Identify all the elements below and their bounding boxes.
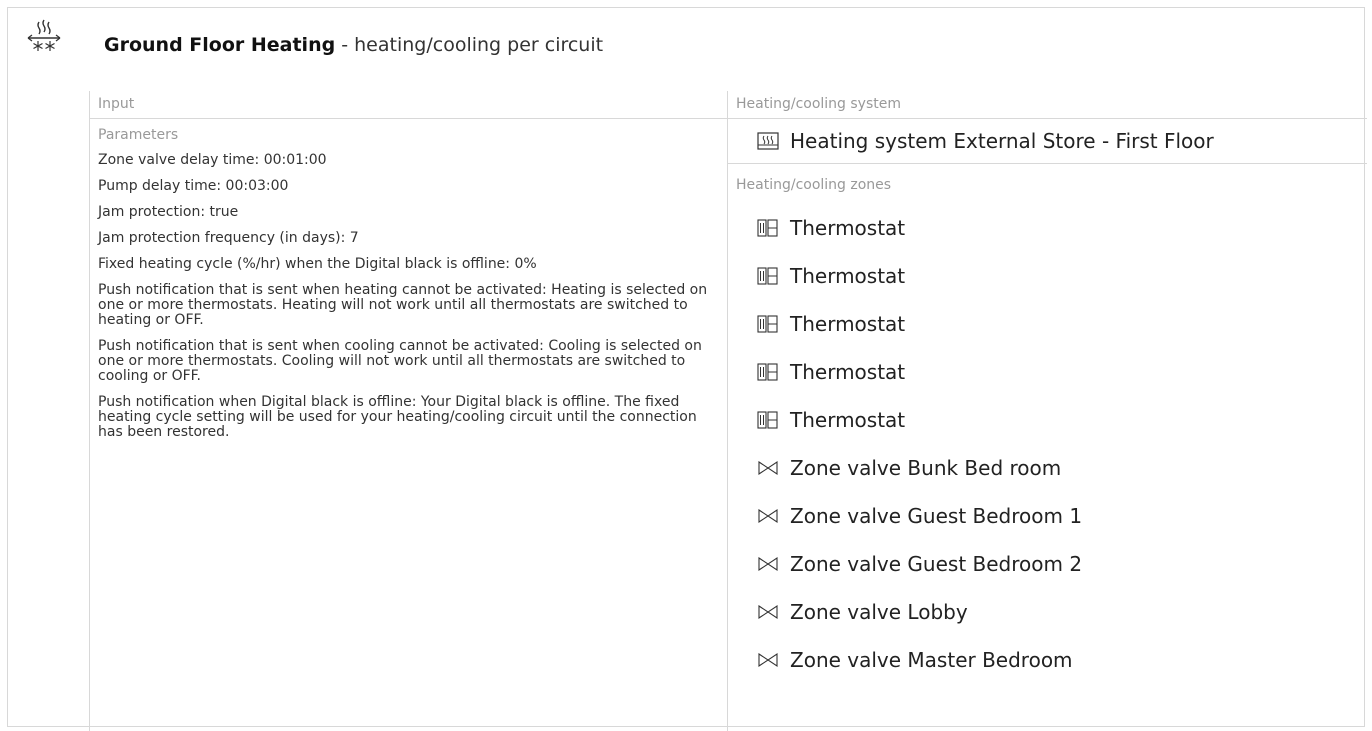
zone-item-valve[interactable]: Zone valve Bunk Bed room (728, 444, 1367, 492)
zone-item-valve[interactable]: Zone valve Lobby (728, 588, 1367, 636)
zones-list: Thermostat Thermostat Thermostat Thermos… (728, 204, 1367, 684)
thermostat-icon (756, 266, 780, 286)
zones-label: Heating/cooling zones (736, 177, 892, 193)
parameter-item: Jam protection: true (98, 204, 239, 220)
zone-item-thermostat[interactable]: Thermostat (728, 348, 1367, 396)
parameters-label: Parameters (98, 127, 179, 143)
circuit-type: - heating/cooling per circuit (335, 34, 604, 56)
valve-icon (756, 554, 780, 574)
thermostat-icon (756, 218, 780, 238)
zone-item-thermostat[interactable]: Thermostat (728, 252, 1367, 300)
zone-label: Zone valve Guest Bedroom 1 (790, 504, 1083, 528)
zone-item-thermostat[interactable]: Thermostat (728, 204, 1367, 252)
zone-label: Thermostat (790, 216, 906, 240)
heating-system-name: Heating system External Store - First Fl… (790, 129, 1214, 153)
zone-label: Thermostat (790, 408, 906, 432)
zone-label: Thermostat (790, 360, 906, 384)
heating-system-icon (756, 131, 780, 151)
parameter-item: Jam protection frequency (in days): 7 (98, 230, 359, 246)
circuit-name: Ground Floor Heating (104, 34, 336, 56)
parameter-item: Push notification that is sent when cool… (98, 338, 702, 384)
zone-label: Zone valve Master Bedroom (790, 648, 1073, 672)
parameter-item: Push notification that is sent when heat… (98, 282, 708, 328)
parameter-item: Zone valve delay time: 00:01:00 (98, 152, 327, 168)
heating-system-item[interactable]: Heating system External Store - First Fl… (728, 119, 1367, 164)
zone-item-valve[interactable]: Zone valve Master Bedroom (728, 636, 1367, 684)
valve-icon (756, 506, 780, 526)
heating-cooling-icon (24, 18, 64, 58)
zone-label: Zone valve Guest Bedroom 2 (790, 552, 1083, 576)
system-panel: Heating/cooling system Heating system Ex… (727, 91, 1367, 731)
zone-label: Zone valve Bunk Bed room (790, 456, 1062, 480)
zone-item-thermostat[interactable]: Thermostat (728, 300, 1367, 348)
input-label: Input (90, 91, 727, 119)
zone-item-valve[interactable]: Zone valve Guest Bedroom 2 (728, 540, 1367, 588)
thermostat-icon (756, 314, 780, 334)
zone-label: Thermostat (790, 312, 906, 336)
valve-icon (756, 602, 780, 622)
parameter-item: Fixed heating cycle (%/hr) when the Digi… (98, 256, 537, 272)
parameter-item: Push notification when Digital black is … (98, 394, 697, 440)
input-panel: Input Parameters Zone valve delay time: … (89, 91, 727, 731)
zone-label: Thermostat (790, 264, 906, 288)
thermostat-icon (756, 362, 780, 382)
zone-item-thermostat[interactable]: Thermostat (728, 396, 1367, 444)
valve-icon (756, 458, 780, 478)
zone-label: Zone valve Lobby (790, 600, 968, 624)
valve-icon (756, 650, 780, 670)
zone-item-valve[interactable]: Zone valve Guest Bedroom 1 (728, 492, 1367, 540)
system-label: Heating/cooling system (728, 91, 1367, 119)
header: Ground Floor Heating - heating/cooling p… (8, 8, 1364, 88)
page-frame: Ground Floor Heating - heating/cooling p… (7, 7, 1367, 731)
parameters-list: Zone valve delay time: 00:01:00 Pump del… (90, 153, 727, 440)
page-title: Ground Floor Heating - heating/cooling p… (104, 30, 603, 60)
parameter-item: Pump delay time: 00:03:00 (98, 178, 289, 194)
thermostat-icon (756, 410, 780, 430)
